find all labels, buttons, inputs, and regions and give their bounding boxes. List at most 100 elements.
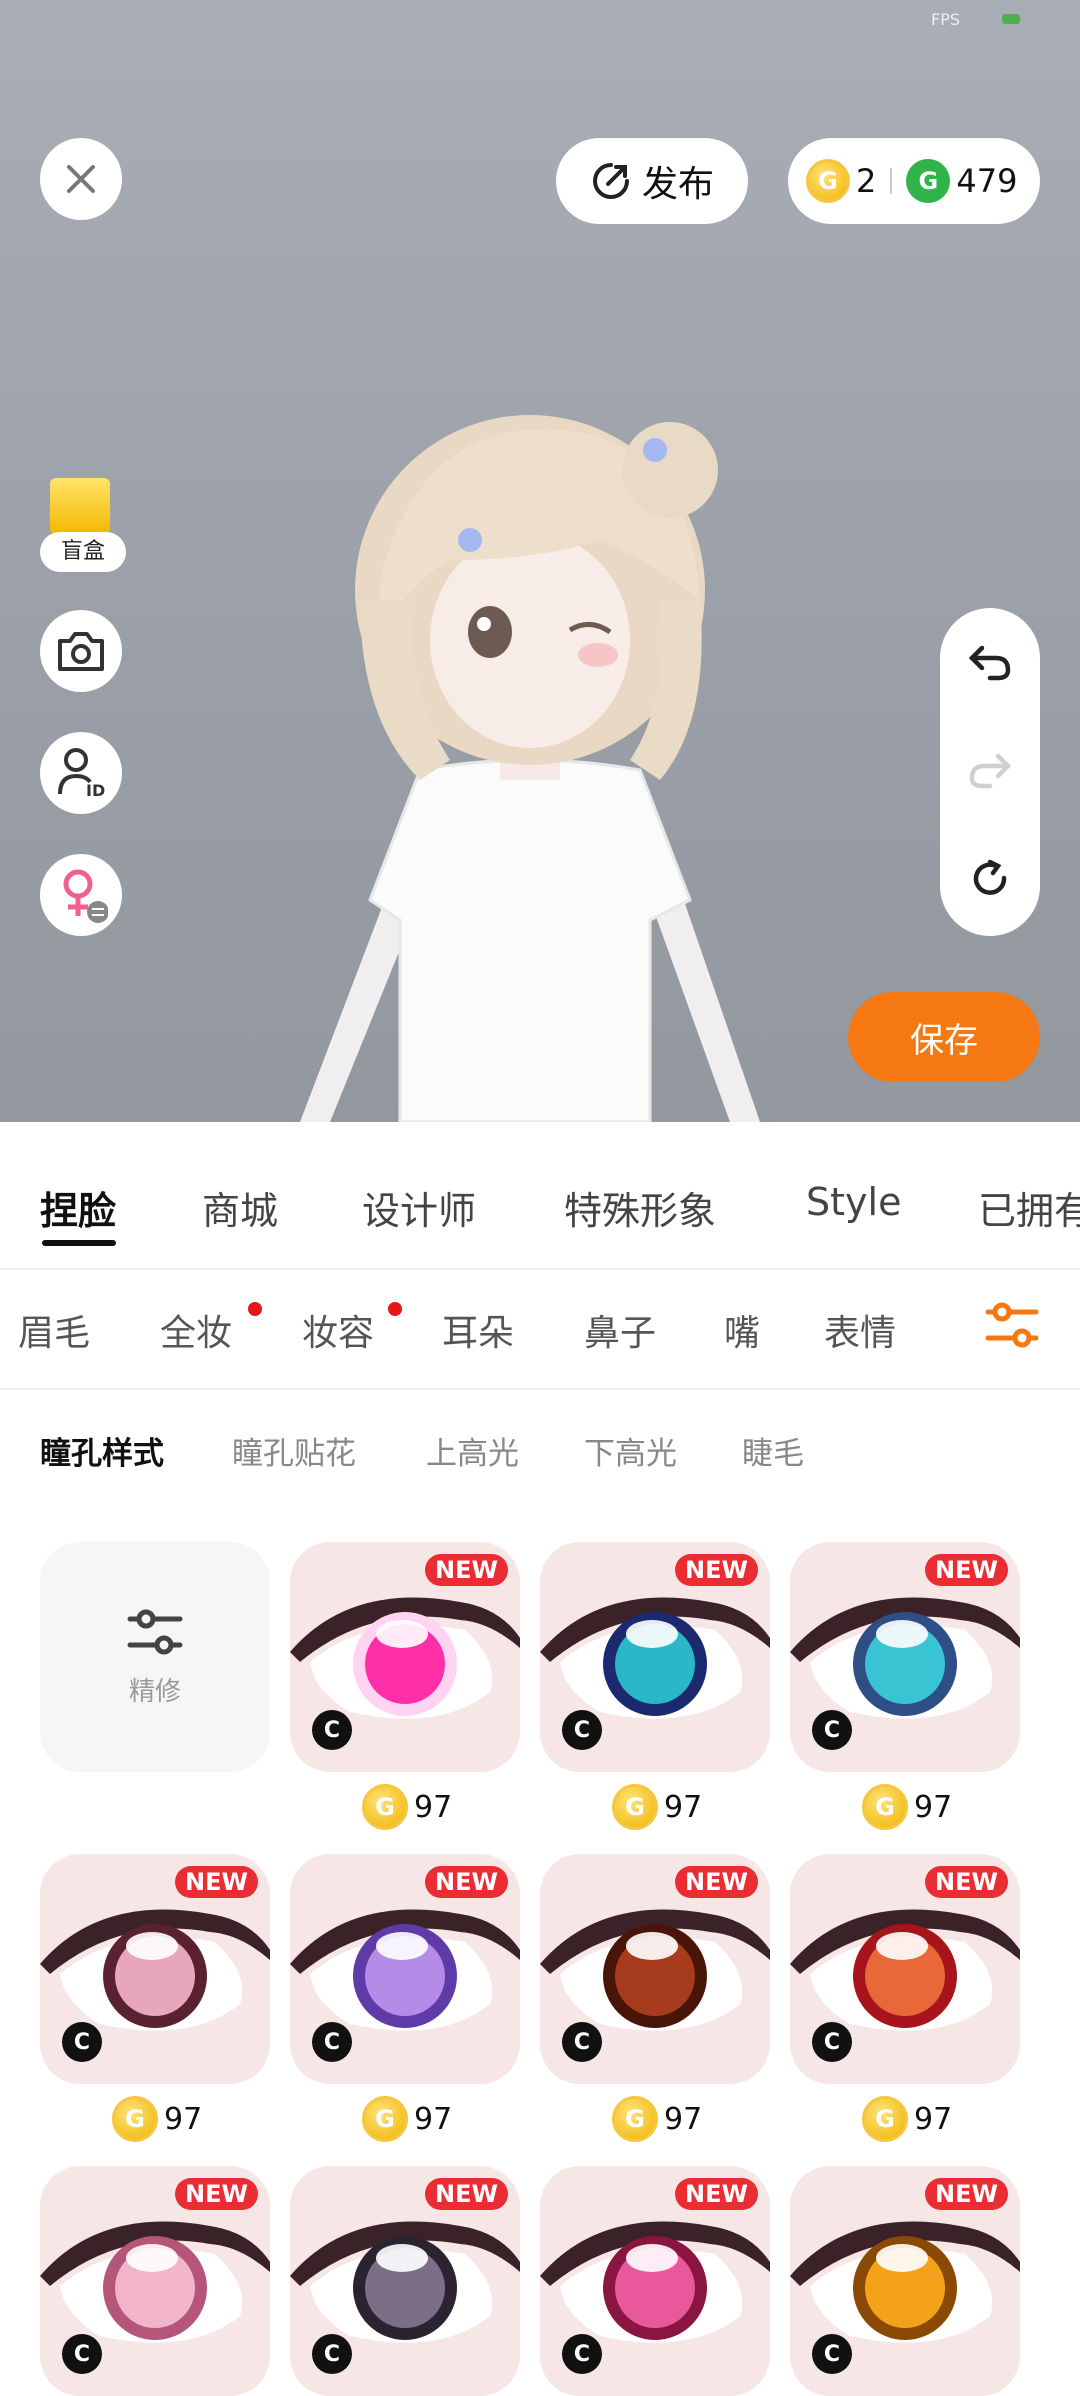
subtab-nose[interactable]: 鼻子: [584, 1304, 656, 1356]
new-badge: NEW: [675, 1866, 758, 1898]
camera-button[interactable]: [40, 610, 122, 692]
item-price: G 97: [362, 2094, 452, 2144]
undo-icon[interactable]: [968, 642, 1012, 682]
custom-adjust-card[interactable]: 精修: [40, 1542, 270, 1772]
tabs-divider: [0, 1268, 1080, 1270]
gender-switch-button[interactable]: [40, 854, 122, 936]
eye-style-item[interactable]: NEW C: [540, 1854, 770, 2084]
makeup-dot: [388, 1302, 402, 1316]
price-value: 97: [414, 2101, 453, 2137]
price-value: 97: [914, 1789, 953, 1825]
new-badge: NEW: [175, 1866, 258, 1898]
new-badge: NEW: [175, 2178, 258, 2210]
full-makeup-dot: [248, 1302, 262, 1316]
currency-divider: [890, 168, 893, 194]
price-value: 97: [164, 2101, 203, 2137]
price-value: 97: [414, 1789, 453, 1825]
subtab-full-makeup[interactable]: 全妆: [160, 1304, 232, 1356]
subtab-ears[interactable]: 耳朵: [442, 1304, 514, 1356]
item-price: G 97: [112, 2094, 202, 2144]
creator-c-badge: C: [62, 2334, 102, 2374]
eye-style-item[interactable]: NEW C: [40, 1854, 270, 2084]
eye-style-item[interactable]: NEW C: [40, 2166, 270, 2396]
eye-style-item[interactable]: NEW C: [290, 1854, 520, 2084]
gold-coin-icon: G: [806, 159, 850, 203]
reset-icon[interactable]: [968, 858, 1012, 902]
creator-c-badge: C: [312, 1710, 352, 1750]
price-value: 97: [664, 2101, 703, 2137]
avatar-id-button[interactable]: ID: [40, 732, 122, 814]
gold-coin-icon: G: [612, 1784, 658, 1830]
creator-c-badge: C: [312, 2334, 352, 2374]
user-id-icon: ID: [58, 748, 105, 800]
new-badge: NEW: [675, 1554, 758, 1586]
option-upper-highlight[interactable]: 上高光: [426, 1428, 519, 1473]
price-value: 97: [914, 2101, 953, 2137]
avatar-scene[interactable]: FPS 发布 G 2 G 479 盲盒 ID 保存: [0, 0, 1080, 1122]
gold-coin-icon: G: [612, 2096, 658, 2142]
eye-style-item[interactable]: NEW C: [290, 1542, 520, 1772]
green-amount: 479: [956, 162, 1018, 200]
subtab-eyebrow[interactable]: 眉毛: [18, 1304, 90, 1356]
price-value: 97: [664, 1789, 703, 1825]
creator-c-badge: C: [562, 2334, 602, 2374]
creator-c-badge: C: [562, 2022, 602, 2062]
creator-c-badge: C: [812, 2334, 852, 2374]
eye-style-item[interactable]: NEW C: [540, 1542, 770, 1772]
publish-button[interactable]: 发布: [556, 138, 748, 224]
item-price: G 97: [862, 1782, 952, 1832]
new-badge: NEW: [925, 1554, 1008, 1586]
adjust-sliders-icon: [127, 1609, 183, 1654]
filter-settings-icon[interactable]: [984, 1300, 1040, 1350]
close-button[interactable]: [40, 138, 122, 220]
blind-box-icon[interactable]: [50, 478, 110, 534]
option-lower-highlight[interactable]: 下高光: [584, 1428, 677, 1473]
option-pupil-style[interactable]: 瞳孔样式: [40, 1428, 164, 1473]
redo-icon[interactable]: [968, 750, 1012, 790]
svg-text:ID: ID: [86, 781, 105, 800]
creator-c-badge: C: [562, 1710, 602, 1750]
tab-owned[interactable]: 已拥有: [978, 1180, 1080, 1235]
camera-icon: [58, 632, 104, 671]
currency-balance[interactable]: G 2 G 479: [788, 138, 1040, 224]
active-tab-indicator: [42, 1240, 116, 1246]
tab-special[interactable]: 特殊形象: [564, 1180, 716, 1235]
tab-designer[interactable]: 设计师: [362, 1180, 476, 1235]
option-pupil-decal[interactable]: 瞳孔贴花: [232, 1428, 356, 1473]
custom-adjust-label: 精修: [128, 1676, 181, 1707]
female-swap-icon: [63, 869, 108, 923]
close-icon: [67, 165, 95, 193]
eye-style-item[interactable]: NEW C: [790, 1542, 1020, 1772]
history-controls: [940, 608, 1040, 936]
item-price: G 97: [612, 1782, 702, 1832]
subtab-mouth[interactable]: 嘴: [724, 1304, 760, 1356]
publish-icon: [593, 163, 629, 199]
subtabs-divider: [0, 1388, 1080, 1390]
gold-coin-icon: G: [362, 2096, 408, 2142]
creator-c-badge: C: [62, 2022, 102, 2062]
gold-coin-icon: G: [112, 2096, 158, 2142]
green-coin-icon: G: [906, 159, 951, 203]
subtab-expression[interactable]: 表情: [824, 1304, 896, 1356]
item-price: G 97: [362, 1782, 452, 1832]
tab-style[interactable]: Style: [806, 1180, 901, 1224]
eye-style-item[interactable]: NEW C: [790, 1854, 1020, 2084]
save-button[interactable]: 保存: [848, 992, 1040, 1082]
option-eyelashes[interactable]: 睫毛: [742, 1428, 804, 1473]
tab-shop[interactable]: 商城: [202, 1180, 278, 1235]
subtab-makeup[interactable]: 妆容: [302, 1304, 374, 1356]
eye-style-item[interactable]: NEW C: [790, 2166, 1020, 2396]
tab-face[interactable]: 捏脸: [40, 1180, 116, 1235]
creator-c-badge: C: [812, 2022, 852, 2062]
gold-coin-icon: G: [362, 1784, 408, 1830]
creator-c-badge: C: [312, 2022, 352, 2062]
creator-c-badge: C: [812, 1710, 852, 1750]
eye-style-item[interactable]: NEW C: [290, 2166, 520, 2396]
new-badge: NEW: [425, 2178, 508, 2210]
gold-coin-icon: G: [862, 1784, 908, 1830]
blind-box-label[interactable]: 盲盒: [40, 532, 126, 572]
eye-style-item[interactable]: NEW C: [540, 2166, 770, 2396]
item-price: G 97: [612, 2094, 702, 2144]
gold-coin-icon: G: [862, 2096, 908, 2142]
new-badge: NEW: [925, 1866, 1008, 1898]
